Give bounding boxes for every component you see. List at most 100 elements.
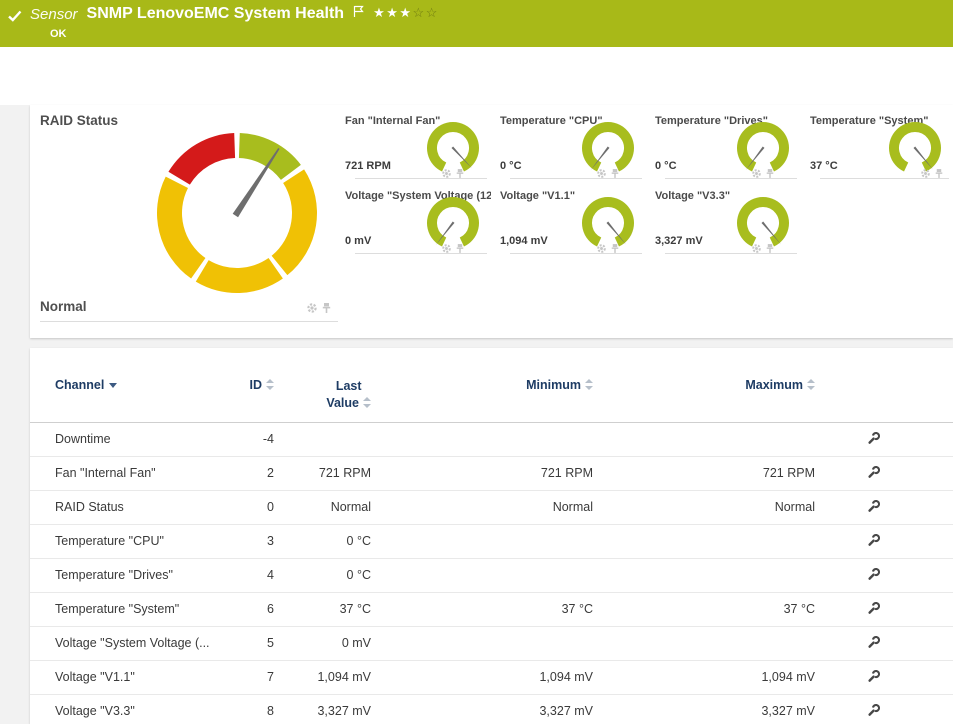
channel-panel-value: 1,094 mV bbox=[500, 235, 548, 247]
last-value-cell: 0 °C bbox=[280, 524, 377, 558]
raid-status-gauge[interactable] bbox=[152, 128, 322, 298]
sensor-kind-label: Sensor bbox=[30, 6, 78, 23]
last-value-cell: 0 mV bbox=[280, 626, 377, 660]
table-row: Temperature "System" 6 37 °C 37 °C 37 °C bbox=[30, 592, 953, 626]
channel-panel-value: 0 °C bbox=[655, 160, 677, 172]
id-cell: 7 bbox=[220, 660, 280, 694]
channel-panel-value: 0 °C bbox=[500, 160, 522, 172]
id-cell: 4 bbox=[220, 558, 280, 592]
id-cell: 8 bbox=[220, 694, 280, 724]
table-row: Temperature "Drives" 4 0 °C bbox=[30, 558, 953, 592]
flag-icon[interactable] bbox=[353, 5, 364, 18]
gauge-segment-yellow bbox=[272, 169, 317, 275]
table-row: Voltage "V3.3" 8 3,327 mV 3,327 mV 3,327… bbox=[30, 694, 953, 724]
prtg-sensor-page: Sensor SNMP LenovoEMC System Health ★★★☆… bbox=[0, 0, 953, 724]
channel-panel-value: 721 RPM bbox=[345, 160, 391, 172]
channel-settings-wrench-icon[interactable] bbox=[867, 601, 881, 618]
col-header-maximum[interactable]: Maximum bbox=[599, 370, 821, 422]
divider bbox=[665, 253, 797, 254]
minimum-cell bbox=[377, 626, 599, 660]
raid-gauge-title: RAID Status bbox=[40, 113, 118, 128]
channel-panel-temp-system: Temperature "System" 37 °C bbox=[810, 112, 953, 179]
gauge-segment-red bbox=[168, 133, 235, 185]
table-row: Downtime -4 bbox=[30, 422, 953, 456]
last-value-cell: 3,327 mV bbox=[280, 694, 377, 724]
channel-name-cell: Temperature "Drives" bbox=[30, 558, 220, 592]
pin-icon[interactable] bbox=[322, 302, 331, 314]
col-header-channel[interactable]: Channel bbox=[30, 370, 220, 422]
channel-name-cell: RAID Status bbox=[30, 490, 220, 524]
minimum-cell bbox=[377, 422, 599, 456]
maximum-cell bbox=[599, 626, 821, 660]
raid-status-gauge-panel: RAID Status Normal bbox=[30, 105, 342, 322]
channel-settings-wrench-icon[interactable] bbox=[867, 499, 881, 516]
minimum-cell bbox=[377, 558, 599, 592]
divider bbox=[665, 178, 797, 179]
gauges-overview-card: RAID Status Normal bbox=[30, 105, 953, 338]
gear-icon[interactable] bbox=[306, 302, 318, 314]
table-row: Fan "Internal Fan" 2 721 RPM 721 RPM 721… bbox=[30, 456, 953, 490]
divider bbox=[510, 253, 642, 254]
id-cell: 0 bbox=[220, 490, 280, 524]
channel-name-cell: Fan "Internal Fan" bbox=[30, 456, 220, 490]
table-row: RAID Status 0 Normal Normal Normal bbox=[30, 490, 953, 524]
channel-settings-wrench-icon[interactable] bbox=[867, 533, 881, 550]
channel-settings-wrench-icon[interactable] bbox=[867, 567, 881, 584]
table-row: Voltage "V1.1" 7 1,094 mV 1,094 mV 1,094… bbox=[30, 660, 953, 694]
sort-icon bbox=[363, 397, 371, 408]
divider bbox=[40, 321, 338, 322]
channels-table: Channel ID LastValue Minimum Maximum bbox=[30, 370, 953, 724]
divider bbox=[820, 178, 949, 179]
table-row: Voltage "System Voltage (... 5 0 mV bbox=[30, 626, 953, 660]
channel-panel-value: 0 mV bbox=[345, 235, 371, 247]
sort-direction-icon bbox=[109, 383, 117, 388]
channel-settings-wrench-icon[interactable] bbox=[867, 703, 881, 720]
channel-name-cell: Voltage "V1.1" bbox=[30, 660, 220, 694]
channel-settings-wrench-icon[interactable] bbox=[867, 465, 881, 482]
channel-panel-voltage-system: Voltage "System Voltage (12... 0 mV bbox=[345, 187, 491, 254]
page-title: SNMP LenovoEMC System Health bbox=[87, 5, 345, 23]
last-value-cell: 37 °C bbox=[280, 592, 377, 626]
channel-settings-wrench-icon[interactable] bbox=[867, 669, 881, 686]
raid-status-value: Normal bbox=[40, 299, 87, 314]
sensor-header: Sensor SNMP LenovoEMC System Health ★★★☆… bbox=[0, 0, 953, 47]
maximum-cell: 1,094 mV bbox=[599, 660, 821, 694]
gauge-segment-green bbox=[239, 133, 301, 180]
col-header-id[interactable]: ID bbox=[220, 370, 280, 422]
channel-panel-voltage-v11: Voltage "V1.1" 1,094 mV bbox=[500, 187, 646, 254]
sort-icon bbox=[807, 379, 815, 390]
channel-name-cell: Downtime bbox=[30, 422, 220, 456]
minimum-cell: 37 °C bbox=[377, 592, 599, 626]
maximum-cell: 721 RPM bbox=[599, 456, 821, 490]
channel-panel-temp-drives: Temperature "Drives" 0 °C bbox=[655, 112, 801, 179]
divider bbox=[355, 178, 487, 179]
col-header-minimum[interactable]: Minimum bbox=[377, 370, 599, 422]
col-header-last-value[interactable]: LastValue bbox=[280, 370, 377, 422]
divider bbox=[510, 178, 642, 179]
channel-panel-value: 37 °C bbox=[810, 160, 838, 172]
channels-table-card: Channel ID LastValue Minimum Maximum bbox=[30, 348, 953, 724]
channel-name-cell: Voltage "V3.3" bbox=[30, 694, 220, 724]
maximum-cell bbox=[599, 558, 821, 592]
id-cell: 6 bbox=[220, 592, 280, 626]
tab-bar: Overview Live Data 2days 30days 365days … bbox=[0, 47, 953, 105]
id-cell: 3 bbox=[220, 524, 280, 558]
last-value-cell: 721 RPM bbox=[280, 456, 377, 490]
last-value-cell: 1,094 mV bbox=[280, 660, 377, 694]
col-header-actions bbox=[821, 370, 926, 422]
priority-stars[interactable]: ★★★☆☆ bbox=[373, 5, 439, 21]
minimum-cell bbox=[377, 524, 599, 558]
last-value-cell: Normal bbox=[280, 490, 377, 524]
channel-settings-wrench-icon[interactable] bbox=[867, 431, 881, 448]
table-header-row: Channel ID LastValue Minimum Maximum bbox=[30, 370, 953, 422]
last-value-cell bbox=[280, 422, 377, 456]
sensor-ok-check-icon bbox=[8, 10, 22, 22]
channel-panel-temp-cpu: Temperature "CPU" 0 °C bbox=[500, 112, 646, 179]
id-cell: -4 bbox=[220, 422, 280, 456]
sort-icon bbox=[266, 379, 274, 390]
channel-panel-value: 3,327 mV bbox=[655, 235, 703, 247]
gauge-segment-yellow bbox=[196, 258, 283, 293]
channel-settings-wrench-icon[interactable] bbox=[867, 635, 881, 652]
gauge-segment-yellow bbox=[157, 177, 205, 279]
sort-icon bbox=[585, 379, 593, 390]
